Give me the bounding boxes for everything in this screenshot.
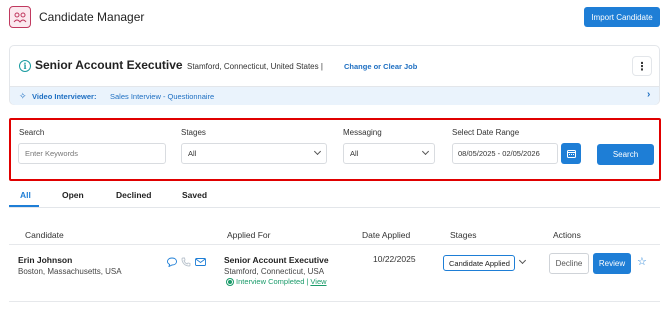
tab-declined[interactable]: Declined — [116, 190, 151, 200]
phone-icon[interactable] — [181, 257, 191, 267]
chevron-right-icon[interactable]: › — [647, 89, 650, 100]
active-tab-indicator — [9, 205, 39, 207]
divider — [9, 301, 660, 302]
tab-open[interactable]: Open — [62, 190, 84, 200]
divider — [9, 244, 660, 245]
app-title: Candidate Manager — [39, 10, 145, 24]
tab-saved[interactable]: Saved — [182, 190, 207, 200]
applied-job-title: Senior Account Executive — [224, 255, 329, 265]
logo-icon — [9, 6, 31, 28]
date-range-label: Select Date Range — [452, 128, 520, 137]
change-job-link[interactable]: Change or Clear Job — [344, 62, 417, 71]
tab-bar: All Open Declined Saved — [9, 186, 660, 208]
chevron-down-icon — [421, 147, 430, 156]
job-title: Senior Account Executive — [35, 58, 183, 72]
stage-select[interactable]: Candidate Applied — [443, 255, 515, 271]
interview-status-text: Interview Completed | — [236, 277, 309, 286]
chevron-down-icon — [313, 147, 322, 156]
search-input[interactable]: Enter Keywords — [18, 143, 166, 164]
tab-all[interactable]: All — [20, 190, 31, 200]
column-header-applied-for: Applied For — [227, 230, 271, 240]
calendar-icon[interactable] — [561, 143, 581, 164]
messaging-value: All — [350, 149, 359, 158]
date-applied: 10/22/2025 — [373, 254, 416, 264]
stages-label: Stages — [181, 128, 206, 137]
star-icon[interactable]: ☆ — [637, 257, 647, 268]
messaging-select[interactable]: All — [343, 143, 435, 164]
interview-status: Interview Completed | View — [226, 277, 327, 286]
kebab-menu-icon[interactable]: ⋮ — [632, 56, 652, 76]
column-header-date-applied: Date Applied — [362, 230, 411, 240]
video-interviewer-bar[interactable]: ✧ Video Interviewer: Sales Interview - Q… — [10, 86, 659, 105]
info-icon: i — [19, 60, 31, 72]
candidate-location: Boston, Massachusetts, USA — [18, 267, 122, 276]
video-interviewer-label: Video Interviewer: — [32, 92, 97, 101]
email-icon[interactable] — [195, 257, 206, 267]
job-location: Stamford, Connecticut, United States | — [187, 62, 323, 71]
applied-job-location: Stamford, Connecticut, USA — [224, 267, 325, 276]
job-card: i Senior Account Executive Stamford, Con… — [9, 45, 660, 105]
messaging-label: Messaging — [343, 128, 382, 137]
decline-button[interactable]: Decline — [549, 253, 589, 274]
date-range-input[interactable]: 08/05/2025 - 02/05/2026 — [452, 143, 558, 164]
import-candidate-button[interactable]: Import Candidate — [584, 7, 660, 27]
review-button[interactable]: Review — [593, 253, 631, 274]
stages-select[interactable]: All — [181, 143, 327, 164]
search-label: Search — [19, 128, 45, 137]
status-dot-icon — [226, 277, 234, 286]
communication-icons — [167, 257, 206, 267]
view-interview-link[interactable]: View — [310, 277, 326, 286]
column-header-stages: Stages — [450, 230, 477, 240]
column-header-candidate: Candidate — [25, 230, 64, 240]
candidate-name[interactable]: Erin Johnson — [18, 255, 72, 265]
column-header-actions: Actions — [553, 230, 581, 240]
sparkle-icon: ✧ — [19, 91, 27, 101]
chat-icon[interactable] — [167, 257, 177, 267]
stages-value: All — [188, 149, 197, 158]
top-bar: Candidate Manager Import Candidate — [0, 0, 670, 36]
job-row: i Senior Account Executive Stamford, Con… — [10, 46, 659, 86]
video-interviewer-value: Sales Interview - Questionnaire — [110, 92, 215, 101]
search-button[interactable]: Search — [597, 144, 654, 165]
chevron-down-icon[interactable] — [518, 256, 527, 265]
filter-panel: Search Enter Keywords Stages All Messagi… — [9, 118, 661, 181]
